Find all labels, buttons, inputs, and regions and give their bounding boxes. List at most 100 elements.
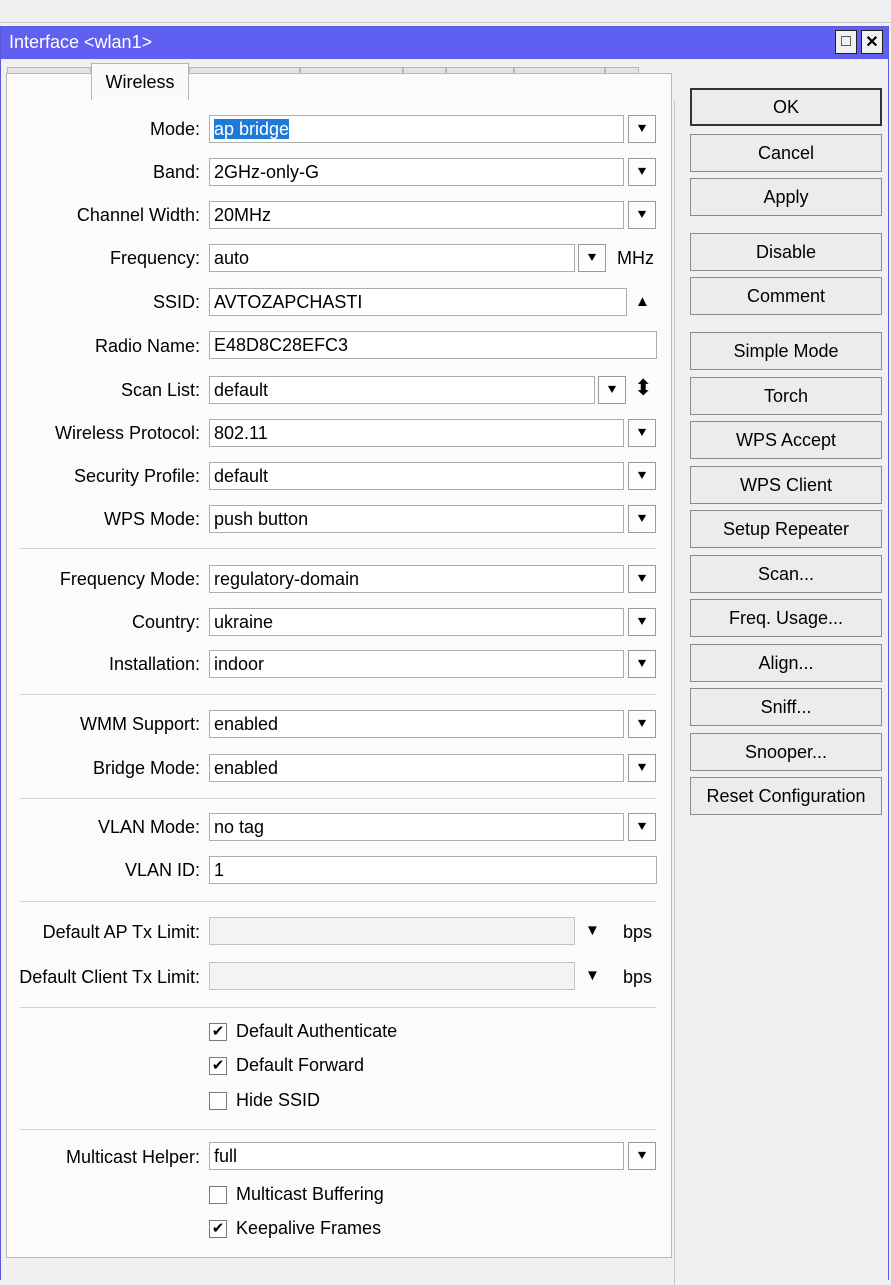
- ssid-label: SSID:: [152, 292, 200, 312]
- scan-list-label: Scan List:: [120, 380, 200, 400]
- channel-width-dropdown-icon[interactable]: ⯆: [628, 201, 656, 229]
- default-client-tx-limit-input[interactable]: [209, 962, 575, 990]
- keepalive-frames-label: Keepalive Frames: [236, 1218, 382, 1238]
- installation-dropdown-icon[interactable]: ⯆: [628, 650, 656, 678]
- freq-usage-button[interactable]: Freq. Usage...: [690, 599, 882, 637]
- unchecked-box-icon[interactable]: [209, 1091, 227, 1110]
- setup-repeater-button[interactable]: Setup Repeater: [690, 510, 882, 548]
- wps-mode-select[interactable]: push button: [209, 505, 624, 533]
- installation-select[interactable]: indoor: [209, 650, 624, 678]
- vlan-id-label: VLAN ID:: [124, 860, 200, 880]
- bridge-mode-dropdown-icon[interactable]: ⯆: [628, 754, 656, 782]
- default-client-tx-limit-unit: bps: [623, 967, 653, 987]
- frequency-mode-select[interactable]: regulatory-domain: [209, 565, 624, 593]
- separator: [20, 1007, 656, 1008]
- wmm-support-select[interactable]: enabled: [209, 710, 624, 738]
- multicast-helper-label: Multicast Helper:: [65, 1147, 200, 1167]
- separator: [20, 694, 656, 695]
- title-bar[interactable]: Interface <wlan1> □ ✕: [1, 27, 888, 59]
- channel-width-label: Channel Width:: [76, 205, 200, 225]
- vlan-mode-select[interactable]: no tag: [209, 813, 624, 841]
- country-dropdown-icon[interactable]: ⯆: [628, 608, 656, 636]
- mode-dropdown-icon[interactable]: ⯆: [628, 115, 656, 143]
- snooper-button[interactable]: Snooper...: [690, 733, 882, 771]
- check-icon[interactable]: ✔: [209, 1219, 227, 1238]
- hide-ssid-checkbox[interactable]: Hide SSID: [209, 1090, 320, 1111]
- vlan-mode-label: VLAN Mode:: [97, 817, 200, 837]
- simple-mode-button[interactable]: Simple Mode: [690, 332, 882, 370]
- security-profile-dropdown-icon[interactable]: ⯆: [628, 462, 656, 490]
- default-authenticate-checkbox[interactable]: ✔ Default Authenticate: [209, 1021, 397, 1042]
- wps-client-button[interactable]: WPS Client: [690, 466, 882, 504]
- frequency-select[interactable]: auto: [209, 244, 575, 272]
- frequency-dropdown-icon[interactable]: ⯆: [578, 244, 606, 272]
- wmm-support-dropdown-icon[interactable]: ⯆: [628, 710, 656, 738]
- separator: [20, 548, 656, 549]
- scan-button[interactable]: Scan...: [690, 555, 882, 593]
- security-profile-label: Security Profile:: [73, 466, 200, 486]
- default-client-tx-limit-expand-icon[interactable]: ▼: [585, 968, 600, 983]
- vlan-mode-dropdown-icon[interactable]: ⯆: [628, 813, 656, 841]
- band-label: Band:: [152, 162, 200, 182]
- comment-button[interactable]: Comment: [690, 277, 882, 315]
- band-dropdown-icon[interactable]: ⯆: [628, 158, 656, 186]
- unchecked-box-icon[interactable]: [209, 1185, 227, 1204]
- country-label: Country:: [131, 612, 200, 632]
- vlan-id-input[interactable]: 1: [209, 856, 657, 884]
- bridge-mode-select[interactable]: enabled: [209, 754, 624, 782]
- separator: [20, 798, 656, 799]
- panel-divider: [674, 100, 675, 1285]
- channel-width-select[interactable]: 20MHz: [209, 201, 624, 229]
- frequency-mode-dropdown-icon[interactable]: ⯆: [628, 565, 656, 593]
- up-down-icon[interactable]: ⬍: [634, 377, 652, 399]
- apply-button[interactable]: Apply: [690, 178, 882, 216]
- multicast-helper-select[interactable]: full: [209, 1142, 624, 1170]
- multicast-buffering-checkbox[interactable]: Multicast Buffering: [209, 1184, 384, 1205]
- ssid-input[interactable]: AVTOZAPCHASTI: [209, 288, 627, 316]
- frequency-label: Frequency:: [109, 248, 200, 268]
- frequency-unit: MHz: [617, 248, 654, 268]
- tab-wireless[interactable]: Wireless: [91, 63, 189, 100]
- cancel-button[interactable]: Cancel: [690, 134, 882, 172]
- country-select[interactable]: ukraine: [209, 608, 624, 636]
- sniff-button[interactable]: Sniff...: [690, 688, 882, 726]
- bridge-mode-label: Bridge Mode:: [92, 758, 200, 778]
- wireless-protocol-label: Wireless Protocol:: [54, 423, 200, 443]
- scan-list-select[interactable]: default: [209, 376, 595, 404]
- restore-icon[interactable]: □: [835, 30, 857, 54]
- security-profile-select[interactable]: default: [209, 462, 624, 490]
- default-forward-checkbox[interactable]: ✔ Default Forward: [209, 1055, 364, 1076]
- separator: [20, 1129, 656, 1130]
- wireless-protocol-select[interactable]: 802.11: [209, 419, 624, 447]
- radio-name-input[interactable]: E48D8C28EFC3: [209, 331, 657, 359]
- disable-button[interactable]: Disable: [690, 233, 882, 271]
- mode-value: ap bridge: [214, 119, 290, 139]
- check-icon[interactable]: ✔: [209, 1056, 227, 1075]
- keepalive-frames-checkbox[interactable]: ✔ Keepalive Frames: [209, 1218, 381, 1239]
- wmm-support-label: WMM Support:: [79, 714, 200, 734]
- default-authenticate-label: Default Authenticate: [236, 1021, 398, 1041]
- check-icon[interactable]: ✔: [209, 1022, 227, 1041]
- ok-button[interactable]: OK: [690, 88, 882, 126]
- wireless-protocol-dropdown-icon[interactable]: ⯆: [628, 419, 656, 447]
- radio-name-label: Radio Name:: [94, 336, 200, 356]
- multicast-helper-dropdown-icon[interactable]: ⯆: [628, 1142, 656, 1170]
- close-icon[interactable]: ✕: [861, 30, 883, 54]
- mode-select[interactable]: ap bridge: [209, 115, 624, 143]
- window-title: Interface <wlan1>: [9, 32, 153, 52]
- wps-mode-label: WPS Mode:: [103, 509, 200, 529]
- wps-accept-button[interactable]: WPS Accept: [690, 421, 882, 459]
- wps-mode-dropdown-icon[interactable]: ⯆: [628, 505, 656, 533]
- default-ap-tx-limit-expand-icon[interactable]: ▼: [585, 923, 600, 938]
- collapse-up-icon[interactable]: ▲: [635, 294, 650, 309]
- frequency-mode-label: Frequency Mode:: [59, 569, 200, 589]
- scan-list-dropdown-icon[interactable]: ⯆: [598, 376, 626, 404]
- reset-configuration-button[interactable]: Reset Configuration: [690, 777, 882, 815]
- align-button[interactable]: Align...: [690, 644, 882, 682]
- band-select[interactable]: 2GHz-only-G: [209, 158, 624, 186]
- default-ap-tx-limit-label: Default AP Tx Limit:: [42, 922, 200, 942]
- torch-button[interactable]: Torch: [690, 377, 882, 415]
- mode-label: Mode:: [149, 119, 200, 139]
- default-ap-tx-limit-input[interactable]: [209, 917, 575, 945]
- default-forward-label: Default Forward: [236, 1055, 365, 1075]
